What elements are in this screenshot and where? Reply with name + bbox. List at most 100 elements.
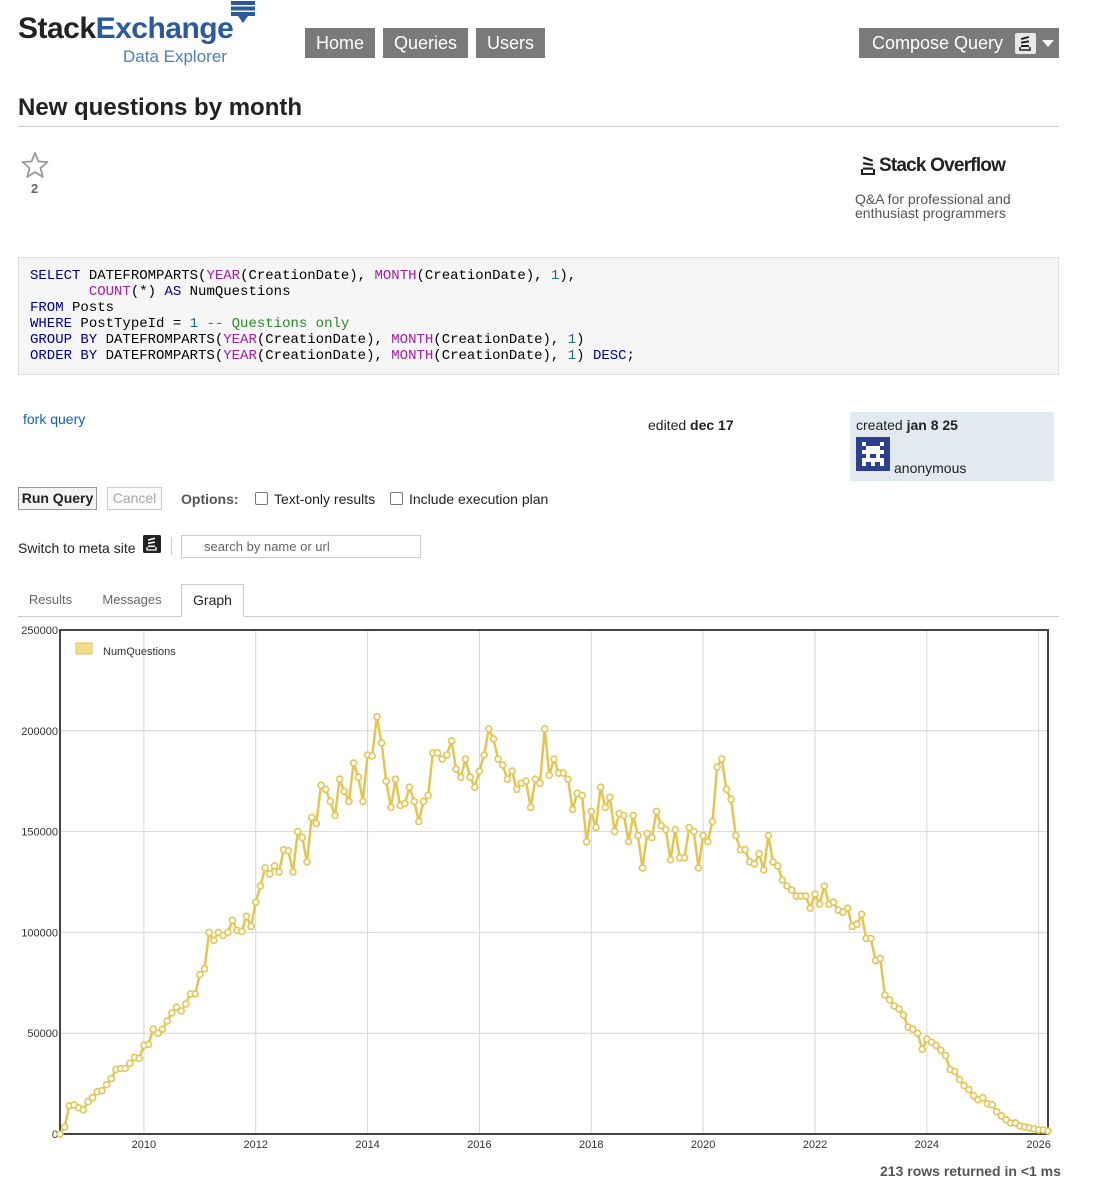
data-point <box>373 712 381 721</box>
data-point <box>759 866 768 874</box>
data-point <box>829 898 838 907</box>
data-point <box>424 791 433 800</box>
data-point <box>717 755 726 763</box>
data-point <box>275 868 283 876</box>
data-point <box>56 1130 64 1138</box>
y-tick-label: 200000 <box>21 726 58 738</box>
data-point <box>98 1086 106 1095</box>
data-point <box>708 817 717 826</box>
data-point <box>405 783 414 792</box>
data-point <box>885 996 894 1004</box>
data-point <box>895 1005 903 1013</box>
data-point <box>368 752 377 760</box>
data-point <box>191 990 199 998</box>
data-point <box>461 755 470 763</box>
data-point <box>587 807 596 816</box>
data-point <box>359 797 367 806</box>
data-point <box>205 928 213 937</box>
data-point <box>620 811 628 820</box>
data-point <box>811 890 819 898</box>
data-point <box>512 785 521 794</box>
data-point <box>596 783 605 792</box>
data-point <box>876 954 885 963</box>
data-point <box>419 797 428 806</box>
data-point <box>773 862 782 870</box>
data-point <box>470 783 479 792</box>
data-point <box>955 1075 964 1084</box>
data-point <box>102 1080 111 1089</box>
x-tick-label: 2014 <box>355 1139 379 1151</box>
data-point <box>624 837 633 846</box>
graph-chart: 0500001000001500002000002500002010 2012 20… <box>21 625 1052 1151</box>
data-point <box>475 767 484 775</box>
data-point <box>251 898 260 907</box>
data-point <box>382 777 391 786</box>
data-point <box>699 831 707 840</box>
data-point <box>601 803 610 812</box>
data-point <box>648 833 656 842</box>
data-point <box>592 823 600 832</box>
data-point <box>661 825 670 834</box>
chart-series <box>56 712 1052 1138</box>
data-point <box>932 1041 941 1050</box>
data-point <box>401 799 409 808</box>
data-point <box>550 755 558 763</box>
data-point <box>881 991 889 999</box>
data-point <box>1044 1127 1052 1135</box>
data-point <box>293 827 302 836</box>
data-point <box>354 773 363 782</box>
data-point <box>536 779 544 788</box>
data-point <box>238 927 246 936</box>
data-point <box>820 882 829 890</box>
data-point <box>610 827 619 836</box>
data-point <box>261 864 269 872</box>
data-point <box>680 853 689 862</box>
data-point <box>918 1045 927 1054</box>
data-point <box>941 1051 950 1060</box>
data-point <box>815 900 824 909</box>
data-point <box>526 803 535 812</box>
data-point <box>936 1046 945 1055</box>
data-point <box>722 785 731 794</box>
data-point <box>899 1011 908 1019</box>
data-point <box>694 864 703 872</box>
y-tick-label: 100000 <box>21 927 58 939</box>
data-point <box>564 775 572 784</box>
data-point <box>200 964 209 973</box>
data-point <box>466 773 474 782</box>
y-tick-label: 150000 <box>21 827 58 839</box>
data-point <box>713 763 721 771</box>
data-point <box>755 849 763 858</box>
x-tick-label: 2022 <box>803 1139 827 1151</box>
data-point <box>913 1029 922 1037</box>
data-point <box>247 922 255 931</box>
data-point <box>345 797 353 806</box>
series-line <box>58 715 1049 1135</box>
data-point <box>88 1093 97 1102</box>
chart-grid <box>60 630 1048 1134</box>
data-point <box>843 904 852 913</box>
data-point <box>857 910 866 919</box>
legend-swatch <box>75 642 93 655</box>
data-point <box>340 787 349 796</box>
data-point <box>265 870 274 878</box>
data-point <box>452 765 460 773</box>
plot-frame <box>59 629 1049 1135</box>
data-point <box>121 1064 129 1073</box>
data-point <box>545 771 554 780</box>
data-point <box>503 775 512 784</box>
data-point <box>377 739 386 747</box>
data-point <box>559 769 568 777</box>
data-point <box>484 724 493 733</box>
data-point <box>494 755 502 763</box>
data-point <box>540 724 549 733</box>
data-point <box>731 831 740 840</box>
data-point <box>303 857 311 866</box>
legend-label: NumQuestions <box>103 646 176 658</box>
data-point <box>289 868 297 876</box>
data-point <box>778 876 787 884</box>
data-point <box>182 1000 190 1008</box>
data-point <box>988 1101 996 1109</box>
data-point <box>629 811 638 820</box>
data-point <box>163 1017 171 1025</box>
